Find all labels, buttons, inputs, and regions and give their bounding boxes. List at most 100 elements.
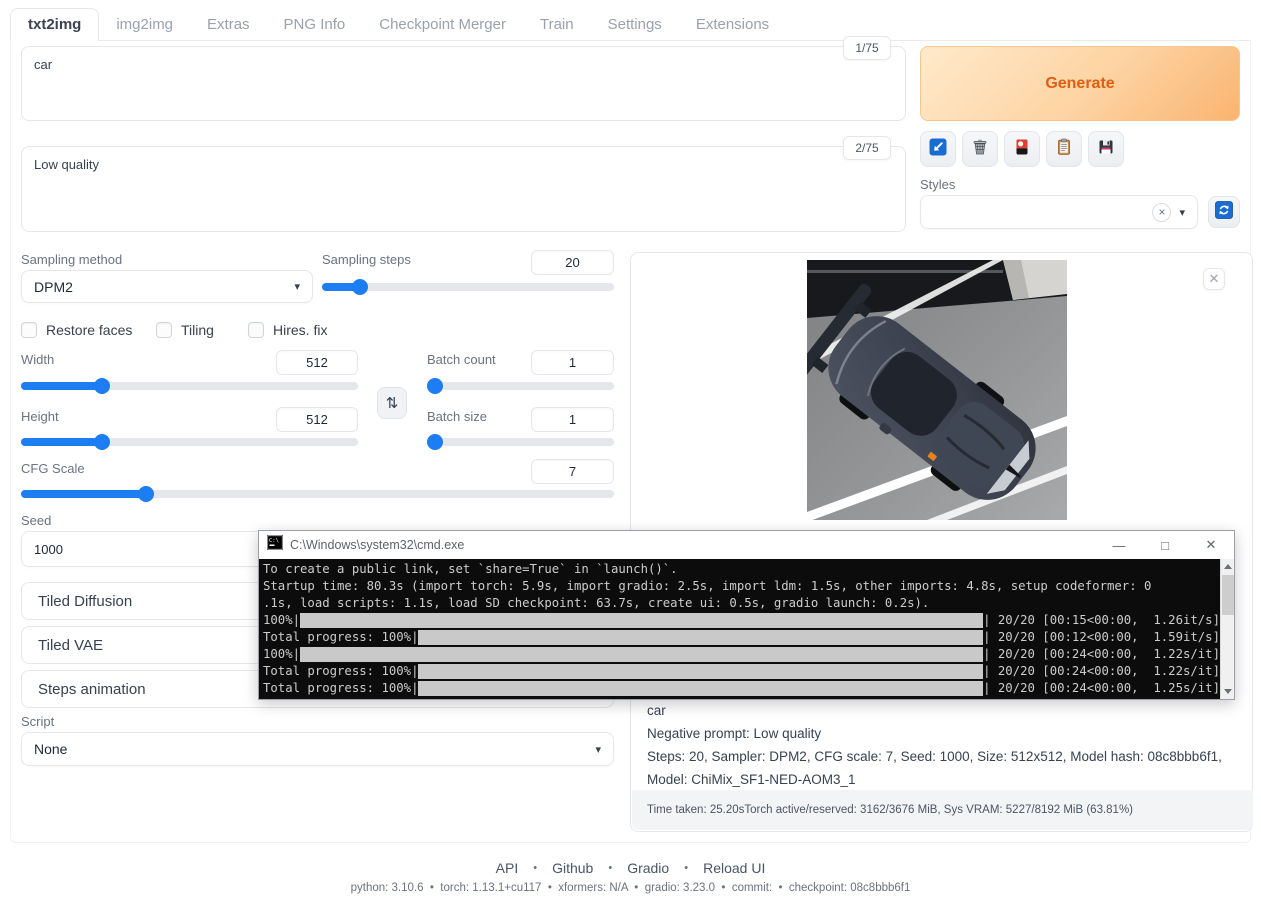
slider-thumb[interactable] [427, 434, 443, 450]
slider-thumb[interactable] [138, 486, 154, 502]
scroll-down-icon[interactable] [1221, 684, 1235, 699]
slider-thumb[interactable] [352, 279, 368, 295]
bullet-separator: • [533, 862, 537, 874]
tab-extras[interactable]: Extras [190, 9, 267, 40]
chevron-down-icon: ▾ [294, 280, 300, 293]
console-scrollbar[interactable] [1220, 559, 1234, 699]
bullet-separator: • [684, 862, 688, 874]
refresh-icon [1214, 200, 1234, 225]
tab-train[interactable]: Train [523, 9, 591, 40]
clear-prompt-button[interactable] [962, 131, 998, 167]
apply-style-button[interactable] [1046, 131, 1082, 167]
styles-dropdown[interactable]: × ▾ [920, 195, 1198, 229]
restore-faces-label: Restore faces [46, 322, 132, 338]
restore-faces-option[interactable]: Restore faces [21, 322, 132, 338]
minimize-button[interactable]: — [1096, 531, 1142, 559]
generated-image[interactable] [807, 260, 1067, 520]
restore-faces-checkbox[interactable] [21, 322, 37, 338]
cmd-titlebar[interactable]: C:\ C:\Windows\system32\cmd.exe — □ ✕ [259, 531, 1234, 559]
cmd-app-icon: C:\ [267, 535, 283, 555]
width-input[interactable]: 512 [276, 350, 358, 375]
cmd-window-title: C:\Windows\system32\cmd.exe [290, 538, 464, 552]
sampling-method-value: DPM2 [34, 279, 73, 295]
styles-clear-icon[interactable]: × [1152, 203, 1171, 222]
slider-track [427, 382, 614, 390]
close-gallery-button[interactable]: ✕ [1203, 268, 1225, 290]
hires-fix-checkbox[interactable] [248, 322, 264, 338]
close-window-button[interactable]: ✕ [1188, 531, 1234, 559]
extra-networks-button[interactable] [1004, 131, 1040, 167]
cmd-window[interactable]: C:\ C:\Windows\system32\cmd.exe — □ ✕ To… [258, 530, 1235, 700]
save-style-button[interactable] [1088, 131, 1124, 167]
slider-fill [21, 438, 102, 446]
time-taken-strip: Time taken: 25.20sTorch active/reserved:… [632, 790, 1253, 830]
time-taken-text: Time taken: 25.20sTorch active/reserved:… [647, 804, 1133, 816]
batch-size-label: Batch size [427, 409, 487, 424]
accordion-label: Steps animation [38, 681, 146, 698]
height-label: Height [21, 409, 59, 424]
batch-count-slider[interactable] [427, 378, 614, 394]
seed-value: 1000 [34, 542, 63, 557]
sampling-steps-label: Sampling steps [322, 252, 411, 267]
console-progress-line: 100%|| 20/20 [00:15<00:00, 1.26it/s] [263, 612, 1220, 629]
reload-ui-link[interactable]: Reload UI [703, 860, 765, 876]
progress-bar [418, 630, 983, 645]
slider-thumb[interactable] [94, 434, 110, 450]
swap-dimensions-button[interactable]: ⇅ [377, 387, 407, 419]
styles-label: Styles [920, 177, 955, 192]
sampling-steps-slider[interactable] [322, 279, 614, 295]
batch-size-input[interactable]: 1 [531, 407, 614, 432]
tab-settings[interactable]: Settings [591, 9, 679, 40]
footer-links: API • Github • Gradio • Reload UI [0, 860, 1261, 876]
arrow-lower-left-icon [928, 137, 948, 162]
progress-bar [300, 613, 983, 628]
hires-fix-option[interactable]: Hires. fix [248, 322, 327, 338]
cfg-scale-slider[interactable] [21, 486, 614, 502]
clipboard-icon [1054, 137, 1074, 162]
scrollbar-thumb[interactable] [1222, 575, 1234, 615]
tab-extensions[interactable]: Extensions [679, 9, 786, 40]
script-dropdown[interactable]: None ▾ [21, 732, 614, 766]
tiling-label: Tiling [181, 322, 214, 338]
scroll-up-icon[interactable] [1221, 559, 1235, 574]
slider-thumb[interactable] [94, 378, 110, 394]
sampling-method-dropdown[interactable]: DPM2 ▾ [21, 270, 313, 303]
batch-count-input[interactable]: 1 [531, 350, 614, 375]
tab-png-info[interactable]: PNG Info [267, 9, 363, 40]
tab-checkpoint-merger[interactable]: Checkpoint Merger [362, 9, 523, 40]
generate-button[interactable]: Generate [920, 46, 1240, 121]
chevron-down-icon[interactable]: ▾ [1179, 206, 1185, 219]
generation-info-negative: Negative prompt: Low quality [647, 722, 1238, 745]
gradio-link[interactable]: Gradio [627, 860, 669, 876]
console-line: To create a public link, set `share=True… [263, 561, 1220, 578]
console-progress-line: Total progress: 100%|| 20/20 [00:24<00:0… [263, 680, 1220, 697]
floppy-disk-icon [1096, 137, 1116, 162]
seed-label: Seed [21, 513, 51, 528]
paste-params-button[interactable] [920, 131, 956, 167]
hires-fix-label: Hires. fix [273, 322, 327, 338]
tab-txt2img[interactable]: txt2img [10, 8, 99, 41]
prompt-input[interactable]: car [21, 46, 906, 121]
accordion-label: Tiled VAE [38, 637, 103, 654]
version-info: python: 3.10.6 • torch: 1.13.1+cu117 • x… [0, 882, 1261, 894]
bullet-separator: • [608, 862, 612, 874]
github-link[interactable]: Github [552, 860, 593, 876]
tiling-checkbox[interactable] [156, 322, 172, 338]
height-slider[interactable] [21, 434, 358, 450]
slider-thumb[interactable] [427, 378, 443, 394]
tiling-option[interactable]: Tiling [156, 322, 214, 338]
negative-prompt-input[interactable]: Low quality [21, 146, 906, 232]
negative-prompt-token-counter: 2/75 [843, 136, 891, 160]
batch-size-slider[interactable] [427, 434, 614, 450]
generation-info-prompt: car [647, 699, 1238, 722]
height-input[interactable]: 512 [276, 407, 358, 432]
cmd-window-controls: — □ ✕ [1096, 531, 1234, 559]
refresh-styles-button[interactable] [1208, 196, 1240, 228]
tab-img2img[interactable]: img2img [99, 9, 190, 40]
maximize-button[interactable]: □ [1142, 531, 1188, 559]
sampling-steps-input[interactable]: 20 [531, 250, 614, 275]
width-slider[interactable] [21, 378, 358, 394]
width-label: Width [21, 352, 54, 367]
cfg-scale-input[interactable]: 7 [531, 459, 614, 484]
api-link[interactable]: API [496, 860, 519, 876]
